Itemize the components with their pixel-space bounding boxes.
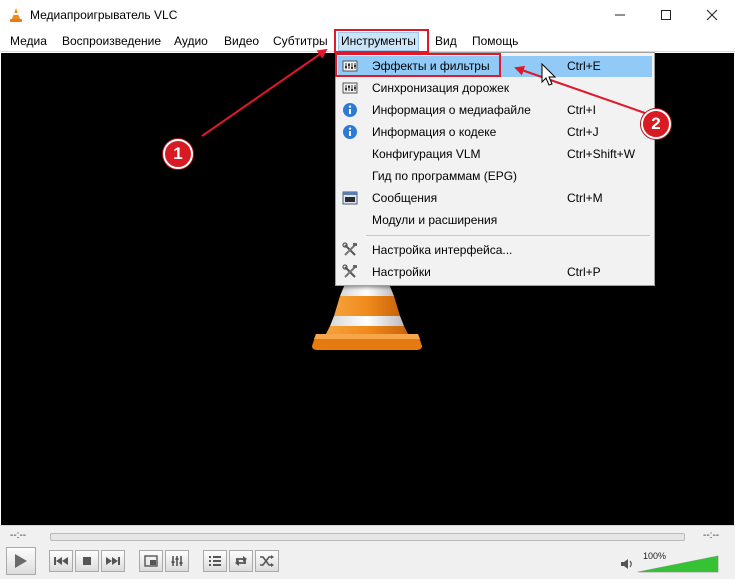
previous-button[interactable] bbox=[49, 550, 73, 572]
elapsed-time: --:-- bbox=[10, 530, 27, 541]
annotation-box-effects-item bbox=[335, 53, 501, 77]
seek-slider[interactable] bbox=[50, 533, 685, 541]
menu-video[interactable]: Видео bbox=[222, 33, 261, 50]
menu-item-label: Информация о медиафайле bbox=[372, 103, 531, 117]
previous-icon bbox=[54, 557, 68, 565]
shuffle-icon bbox=[260, 555, 274, 567]
menu-help[interactable]: Помощь bbox=[470, 33, 520, 50]
annotation-badge-2: 2 bbox=[641, 109, 671, 139]
menu-item-codec-info[interactable]: Информация о кодеке Ctrl+J bbox=[338, 122, 652, 143]
terminal-icon bbox=[342, 191, 358, 205]
annotation-badge-1: 1 bbox=[163, 139, 193, 169]
menu-item-epg[interactable]: Гид по программам (EPG) bbox=[338, 166, 652, 187]
maximize-button[interactable] bbox=[643, 0, 689, 30]
window-title: Медиапроигрыватель VLC bbox=[30, 8, 178, 22]
playlist-icon bbox=[209, 556, 221, 566]
menu-item-label: Синхронизация дорожек bbox=[372, 81, 510, 95]
tools-icon bbox=[342, 242, 357, 256]
remaining-time: --:-- bbox=[703, 530, 720, 541]
menu-item-label: Настройки bbox=[372, 265, 431, 279]
stop-icon bbox=[83, 557, 91, 565]
annotation-box-tools-menu bbox=[334, 29, 429, 53]
menu-item-media-info[interactable]: Информация о медиафайле Ctrl+I bbox=[338, 100, 652, 121]
menu-item-shortcut: Ctrl+M bbox=[567, 191, 603, 205]
info-icon bbox=[343, 125, 357, 139]
playback-controls: --:-- --:-- 100% bbox=[0, 525, 735, 579]
equalizer-icon bbox=[342, 82, 358, 94]
menu-item-shortcut: Ctrl+P bbox=[567, 265, 601, 279]
speaker-icon[interactable] bbox=[620, 557, 634, 571]
menu-subtitles[interactable]: Субтитры bbox=[271, 33, 330, 50]
menu-item-label: Информация о кодеке bbox=[372, 125, 497, 139]
vlc-cone-icon bbox=[10, 8, 22, 22]
next-icon bbox=[106, 557, 120, 565]
tools-icon bbox=[342, 264, 357, 278]
next-button[interactable] bbox=[101, 550, 125, 572]
menu-item-shortcut: Ctrl+E bbox=[567, 59, 601, 73]
stop-button[interactable] bbox=[75, 550, 99, 572]
menu-item-shortcut: Ctrl+J bbox=[567, 125, 599, 139]
minimize-button[interactable] bbox=[597, 0, 643, 30]
fullscreen-button[interactable] bbox=[139, 550, 163, 572]
minimize-icon bbox=[615, 14, 625, 16]
playlist-button[interactable] bbox=[203, 550, 227, 572]
menu-item-shortcut: Ctrl+I bbox=[567, 103, 597, 117]
close-button[interactable] bbox=[689, 0, 735, 30]
menu-item-messages[interactable]: Сообщения Ctrl+M bbox=[338, 188, 652, 209]
menu-item-vlm-config[interactable]: Конфигурация VLM Ctrl+Shift+W bbox=[338, 144, 652, 165]
maximize-icon bbox=[661, 10, 671, 20]
menu-item-customize-interface[interactable]: Настройка интерфейса... bbox=[338, 240, 652, 261]
menu-item-label: Конфигурация VLM bbox=[372, 147, 481, 161]
menu-item-label: Гид по программам (EPG) bbox=[372, 169, 518, 183]
menu-item-label: Настройка интерфейса... bbox=[372, 243, 513, 257]
extended-settings-button[interactable] bbox=[165, 550, 189, 572]
menu-item-preferences[interactable]: Настройки Ctrl+P bbox=[338, 262, 652, 283]
menu-audio[interactable]: Аудио bbox=[172, 33, 210, 50]
tools-dropdown-menu: Эффекты и фильтры Ctrl+E Синхронизация д… bbox=[335, 52, 655, 286]
info-icon bbox=[343, 103, 357, 117]
title-bar: Медиапроигрыватель VLC bbox=[0, 0, 735, 30]
loop-icon bbox=[235, 556, 247, 566]
menu-playback[interactable]: Воспроизведение bbox=[60, 33, 163, 50]
menu-view[interactable]: Вид bbox=[433, 33, 459, 50]
extended-settings-icon bbox=[171, 556, 183, 566]
fullscreen-icon bbox=[144, 555, 158, 567]
play-icon bbox=[15, 554, 27, 568]
menu-item-plugins-extensions[interactable]: Модули и расширения bbox=[338, 210, 652, 231]
play-button[interactable] bbox=[6, 547, 36, 575]
loop-button[interactable] bbox=[229, 550, 253, 572]
close-icon bbox=[706, 9, 718, 21]
menu-separator bbox=[366, 235, 650, 236]
menu-item-label: Модули и расширения bbox=[372, 213, 498, 227]
shuffle-button[interactable] bbox=[255, 550, 279, 572]
volume-slider[interactable] bbox=[636, 551, 720, 573]
menu-item-label: Сообщения bbox=[372, 191, 438, 205]
menu-item-track-sync[interactable]: Синхронизация дорожек bbox=[338, 78, 652, 99]
menu-media[interactable]: Медиа bbox=[8, 33, 49, 50]
menu-item-shortcut: Ctrl+Shift+W bbox=[567, 147, 636, 161]
